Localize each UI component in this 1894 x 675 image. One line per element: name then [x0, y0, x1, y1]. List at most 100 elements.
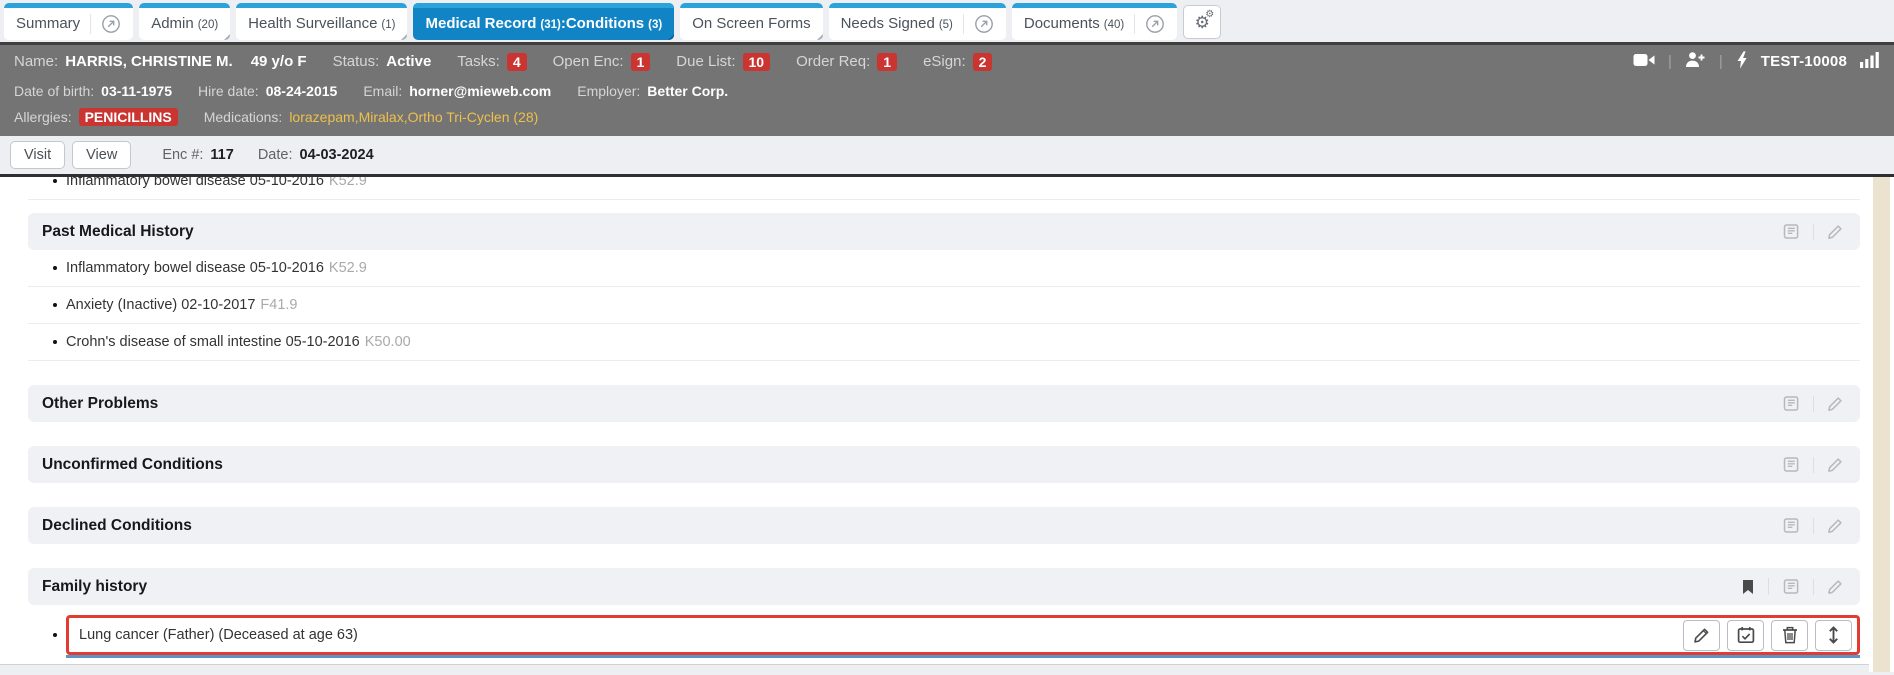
employer-group: Employer: Better Corp. [577, 83, 728, 99]
open-in-new-icon[interactable] [963, 14, 994, 34]
tasks-group[interactable]: Tasks: 4 [457, 53, 526, 71]
status-label: Status: [333, 53, 380, 70]
medication-link[interactable]: Miralax [359, 109, 408, 125]
employer-value: Better Corp. [647, 83, 728, 99]
journal-icon[interactable] [1768, 578, 1813, 595]
allergy-badge[interactable]: PENICILLINS [79, 108, 178, 126]
enc-number-value: 117 [210, 147, 233, 163]
scrollbar[interactable] [1873, 177, 1890, 672]
tab-needs-signed[interactable]: Needs Signed (5) [829, 3, 1006, 40]
chart-stats-icon[interactable] [1860, 52, 1880, 72]
hire-date-value: 08-24-2015 [266, 83, 338, 99]
tab-on-screen-forms[interactable]: On Screen Forms [680, 3, 822, 40]
tab-medical-record-subcount: (3) [648, 17, 662, 31]
conditions-content: Inflammatory bowel disease 05-10-2016 K5… [0, 177, 1894, 672]
open-enc-label: Open Enc: [553, 53, 624, 70]
tab-admin[interactable]: Admin (20) [139, 3, 230, 40]
enc-number-group: Enc #: 117 [162, 147, 234, 163]
section-actions [1769, 223, 1856, 240]
edit-pencil-icon[interactable] [1813, 579, 1856, 595]
add-person-icon[interactable] [1685, 51, 1706, 72]
section-title: Past Medical History [42, 223, 194, 241]
section-actions [1769, 456, 1856, 473]
video-call-icon[interactable] [1633, 53, 1655, 71]
content-bottom-strip [0, 664, 1869, 672]
condition-code: K52.9 [329, 260, 367, 276]
edit-pencil-icon[interactable] [1813, 457, 1856, 473]
condition-code: K50.00 [365, 334, 411, 350]
esign-label: eSign: [923, 53, 966, 70]
settings-button[interactable]: ⚙ ⚙ [1183, 5, 1221, 39]
edit-pencil-icon[interactable] [1813, 518, 1856, 534]
tab-medical-record[interactable]: Medical Record (31) : Conditions (3) [413, 3, 674, 40]
quick-action-bolt-icon[interactable] [1736, 51, 1748, 73]
section-title: Family history [42, 578, 147, 596]
delete-trash-button[interactable] [1771, 620, 1808, 651]
bookmark-icon[interactable] [1728, 579, 1768, 595]
condition-text: Crohn's disease of small intestine 05-10… [66, 334, 360, 350]
journal-icon[interactable] [1769, 517, 1813, 534]
tab-needs-signed-label: Needs Signed [841, 15, 935, 32]
patient-name-group: Name: HARRIS, CHRISTINE M. 49 y/o F [14, 53, 307, 70]
dob-group: Date of birth: 03-11-1975 [14, 83, 172, 99]
drop-indicator-line [66, 655, 1860, 658]
tab-documents-count: (40) [1104, 17, 1124, 31]
open-in-new-icon[interactable] [90, 14, 121, 34]
tab-health-count: (1) [381, 17, 395, 31]
employer-label: Employer: [577, 83, 640, 99]
edit-pencil-button[interactable] [1683, 620, 1720, 651]
condition-item: Inflammatory bowel disease 05-10-2016 K5… [28, 250, 1860, 287]
tasks-count-badge[interactable]: 4 [507, 53, 527, 71]
journal-icon[interactable] [1769, 456, 1813, 473]
medications-group: Medications: lorazepam Miralax Ortho Tri… [204, 109, 539, 125]
section-header-other-problems: Other Problems [28, 385, 1860, 422]
medication-link[interactable]: Ortho Tri-Cyclen (28) [408, 109, 539, 125]
medication-link[interactable]: lorazepam [289, 109, 358, 125]
enc-date-group: Date: 04-03-2024 [258, 147, 374, 163]
patient-age-sex: 49 y/o F [251, 53, 307, 70]
patient-alerts-row: Allergies: PENICILLINS Medications: lora… [0, 104, 1894, 130]
order-req-count-badge[interactable]: 1 [877, 53, 897, 71]
visit-button[interactable]: Visit [10, 141, 65, 169]
section-header-unconfirmed-conditions: Unconfirmed Conditions [28, 446, 1860, 483]
section-actions [1769, 395, 1856, 412]
section-title: Other Problems [42, 395, 158, 413]
tab-admin-count: (20) [198, 17, 218, 31]
hire-date-group: Hire date: 08-24-2015 [198, 83, 337, 99]
tab-summary[interactable]: Summary [4, 3, 133, 40]
order-req-group[interactable]: Order Req: 1 [796, 53, 897, 71]
email-value: horner@mieweb.com [409, 83, 551, 99]
edit-pencil-icon[interactable] [1813, 396, 1856, 412]
tab-medical-record-count: (31) [540, 17, 560, 31]
due-list-group[interactable]: Due List: 10 [676, 53, 770, 71]
open-in-new-icon[interactable] [1134, 14, 1165, 34]
tab-medical-record-sublabel: Conditions [566, 15, 644, 32]
esign-count-badge[interactable]: 2 [973, 53, 993, 71]
calendar-check-button[interactable] [1727, 620, 1764, 651]
section-header-declined-conditions: Declined Conditions [28, 507, 1860, 544]
open-enc-count-badge[interactable]: 1 [631, 53, 651, 71]
enc-date-value: 04-03-2024 [300, 147, 374, 163]
email-label: Email: [363, 83, 402, 99]
order-req-label: Order Req: [796, 53, 870, 70]
status-value: Active [386, 53, 431, 70]
medications-label: Medications: [204, 109, 283, 125]
tab-summary-label: Summary [16, 15, 80, 32]
dob-label: Date of birth: [14, 83, 94, 99]
open-enc-group[interactable]: Open Enc: 1 [553, 53, 651, 71]
edit-pencil-icon[interactable] [1813, 224, 1856, 240]
reorder-vertical-arrow-button[interactable] [1815, 620, 1852, 651]
row-actions [1683, 620, 1852, 651]
allergies-label: Allergies: [14, 109, 72, 125]
due-list-count-badge[interactable]: 10 [743, 53, 771, 71]
tab-documents[interactable]: Documents (40) [1012, 3, 1177, 40]
view-button[interactable]: View [72, 141, 131, 169]
tab-on-screen-forms-label: On Screen Forms [692, 15, 810, 32]
journal-icon[interactable] [1769, 395, 1813, 412]
journal-icon[interactable] [1769, 223, 1813, 240]
tab-health-surveillance[interactable]: Health Surveillance (1) [236, 3, 407, 40]
email-group: Email: horner@mieweb.com [363, 83, 551, 99]
patient-header: Name: HARRIS, CHRISTINE M. 49 y/o F Stat… [0, 42, 1894, 136]
esign-group[interactable]: eSign: 2 [923, 53, 992, 71]
selected-condition-row[interactable]: Lung cancer (Father) (Deceased at age 63… [66, 615, 1860, 655]
